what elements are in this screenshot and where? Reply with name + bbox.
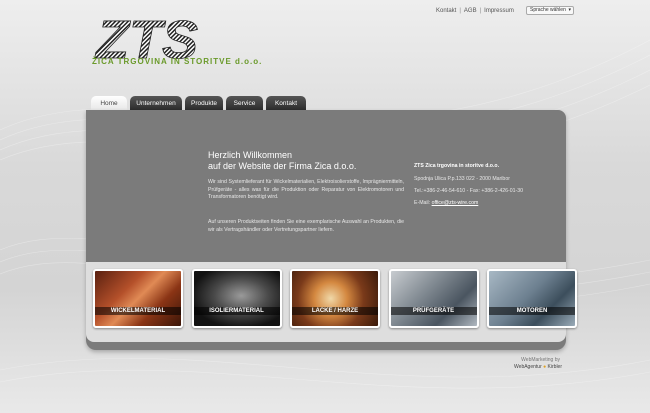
tab-service[interactable]: Service [226,96,263,111]
welcome-paragraph-2: Auf unseren Produktseiten finden Sie ein… [208,219,404,233]
contact-email-link[interactable]: office@zts-wire.com [432,200,479,206]
agency-name-a: WebAgentur [514,364,542,370]
product-tile-pruefgeraete[interactable]: PRÜFGERÄTE [388,269,479,328]
top-link-separator: | [459,8,461,14]
welcome-title: Herzlich Willkommen auf der Website der … [208,150,408,172]
tab-produkte[interactable]: Produkte [185,96,223,111]
main-nav: Home Unternehmen Produkte Service Kontak… [91,96,309,111]
logo-subtitle: ŽICA TRGOVINA IN STORITVE d.o.o. [92,57,263,66]
top-link-agb[interactable]: AGB [464,8,477,14]
product-tile-wickelmaterial[interactable]: WICKELMATERIAL [93,269,183,328]
contact-block: ZTS Zica trgovina in storitve d.o.o. Spo… [414,163,564,212]
tab-home[interactable]: Home [91,96,127,111]
top-links: Kontakt | AGB | Impressum [436,8,514,14]
product-tile-isoliermaterial[interactable]: ISOLIERMATERIAL [191,269,282,328]
contact-company: ZTS Zica trgovina in storitve d.o.o. [414,163,500,169]
tab-unternehmen[interactable]: Unternehmen [130,96,182,111]
welcome-paragraph-1: Wir sind Systemlieferant für Wickelmater… [208,179,404,200]
agency-logo[interactable]: WebAgentur ● Kirbler [506,364,562,370]
top-link-kontakt[interactable]: Kontakt [436,8,456,14]
contact-phone-fax: Tel.:+386-2-46-54-610 - Fax: +386-2-426-… [414,188,524,194]
agency-name-b: Kirbler [547,364,562,370]
product-tile-lacke-harze[interactable]: LACKE / HARZE [290,269,380,328]
footer-credit: WebMarketing by [521,357,560,363]
welcome-title-line1: Herzlich Willkommen [208,150,293,160]
contact-address: Spodnja Ulica P.p.133 022 - 2000 Maribor [414,176,510,182]
product-label: ISOLIERMATERIAL [193,307,280,315]
product-tile-motoren[interactable]: MOTOREN [487,269,577,328]
top-link-impressum[interactable]: Impressum [484,8,514,14]
agency-dot-icon: ● [543,364,547,370]
contact-email-label: E-Mail: [414,200,431,206]
tab-kontakt[interactable]: Kontakt [266,96,306,111]
product-label: WICKELMATERIAL [95,307,181,315]
welcome-title-line2: auf der Website der Firma Zica d.o.o. [208,161,357,171]
language-select[interactable]: Sprache wählen ▾ [526,6,574,15]
top-link-separator: | [479,8,482,14]
product-label: PRÜFGERÄTE [390,307,477,315]
product-label: LACKE / HARZE [292,307,378,315]
product-label: MOTOREN [489,307,575,315]
language-select-value: Sprache wählen [530,7,566,13]
product-tiles: WICKELMATERIAL ISOLIERMATERIAL LACKE / H… [93,269,586,328]
chevron-down-icon: ▾ [568,7,571,13]
